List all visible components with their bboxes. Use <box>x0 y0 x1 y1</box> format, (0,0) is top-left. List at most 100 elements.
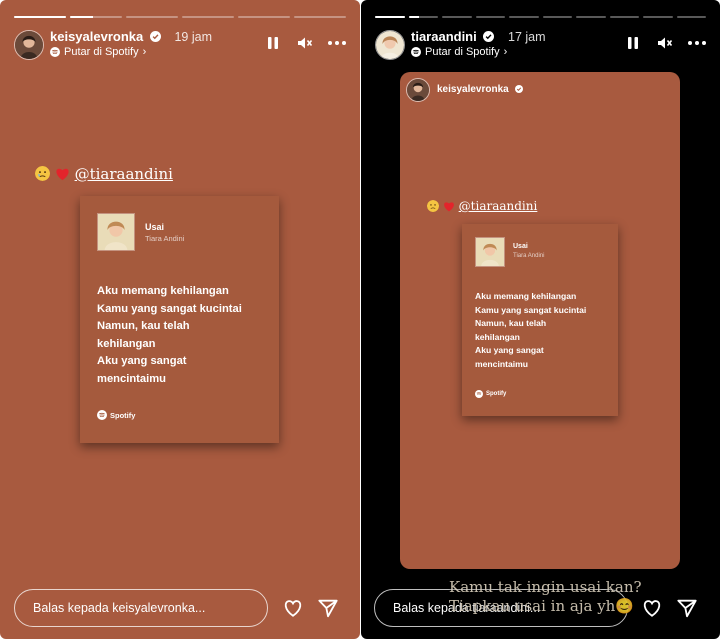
progress-segment <box>442 16 472 18</box>
spotify-logo-text: Spotify <box>110 410 136 420</box>
story-progress-bar <box>375 16 706 18</box>
progress-fill <box>408 16 419 18</box>
more-options-button[interactable] <box>688 34 706 52</box>
progress-segment <box>609 16 639 18</box>
story-controls <box>264 34 346 52</box>
mute-button[interactable] <box>656 34 674 52</box>
pause-icon <box>628 37 638 49</box>
progress-segment <box>643 16 673 18</box>
mute-icon <box>658 37 673 49</box>
spotify-logo-text: Spotify <box>486 391 507 397</box>
album-cover <box>97 213 135 251</box>
progress-segment <box>509 16 539 18</box>
avatar-image <box>376 31 404 59</box>
reply-placeholder: Balas kepada keisyalevronka... <box>33 601 206 615</box>
progress-segment <box>14 16 66 18</box>
progress-segment <box>542 16 572 18</box>
spotify-lyric-card[interactable]: Usai Tiara Andini Aku memang kehilangan … <box>80 196 279 443</box>
progress-segment <box>375 16 405 18</box>
story-progress-bar <box>14 16 346 18</box>
spotify-icon <box>475 390 483 398</box>
spotify-lyric-card[interactable]: Usai Tiara Andini Aku memang kehilangan … <box>462 224 618 416</box>
story-controls <box>624 34 706 52</box>
lyric-line: Kamu yang sangat kucintai <box>475 304 587 315</box>
mention-handle[interactable]: @tiaraandini <box>459 199 538 213</box>
username[interactable]: tiaraandini <box>411 29 477 44</box>
username-row: keisyalevronka <box>437 84 523 95</box>
sad-face-emoji <box>427 200 439 212</box>
reply-input[interactable]: Balas kepada keisyalevronka... <box>14 589 268 627</box>
mention-handle[interactable]: @tiaraandini <box>75 165 173 183</box>
progress-segment <box>70 16 122 18</box>
progress-segment <box>238 16 290 18</box>
send-icon <box>318 599 338 618</box>
reshared-story[interactable]: keisyalevronka @tiaraandini Usai Tiara A… <box>400 72 680 569</box>
like-button[interactable] <box>282 597 304 619</box>
post-time: 17 jam <box>508 30 546 44</box>
progress-segment <box>576 16 606 18</box>
lyric-line: Namun, kau telah <box>475 318 547 329</box>
lyric-line: Aku yang sangat <box>97 355 187 368</box>
mute-button[interactable] <box>296 34 314 52</box>
username[interactable]: keisyalevronka <box>50 29 143 44</box>
lyric-line: Aku yang sangat <box>475 345 544 356</box>
progress-segment <box>408 16 438 18</box>
lyric-line: kehilangan <box>97 337 156 350</box>
caption-line: Tiapkau usai in aja yh😊 <box>449 597 635 615</box>
post-time: 19 jam <box>174 30 213 44</box>
avatar[interactable] <box>406 78 430 102</box>
song-title: Usai <box>145 222 165 232</box>
story-header: tiaraandini 17 jam Putar di Spotify › <box>375 28 706 62</box>
lyric-line: Namun, kau telah <box>97 320 190 333</box>
album-cover <box>475 237 505 267</box>
pause-button[interactable] <box>624 34 642 52</box>
like-button[interactable] <box>641 597 663 619</box>
album-cover-image <box>98 214 134 250</box>
spotify-link-label: Putar di Spotify <box>425 46 500 58</box>
progress-segment <box>676 16 706 18</box>
lyrics-block: Aku memang kehilangan Kamu yang sangat k… <box>475 290 586 372</box>
pause-icon <box>268 37 278 49</box>
caption-overlay: Kamu tak ingin usai kan? Tiapkau usai in… <box>449 578 642 616</box>
spotify-icon <box>50 47 60 57</box>
username[interactable]: keisyalevronka <box>437 84 509 95</box>
story-viewer-right[interactable]: tiaraandini 17 jam Putar di Spotify › ke… <box>361 0 720 639</box>
avatar-image <box>15 31 43 59</box>
lyric-line: Kamu yang sangat kucintai <box>97 302 242 315</box>
spotify-icon <box>97 410 107 420</box>
lyric-line: mencintaimu <box>475 358 529 369</box>
share-button[interactable] <box>676 597 698 619</box>
progress-fill <box>375 16 405 18</box>
username-row: keisyalevronka 19 jam <box>50 29 212 44</box>
verified-icon <box>483 31 495 42</box>
avatar[interactable] <box>375 30 405 60</box>
red-heart-emoji <box>56 168 69 181</box>
send-icon <box>677 599 697 618</box>
story-viewer-left[interactable]: keisyalevronka 19 jam Putar di Spotify › <box>0 0 360 639</box>
more-options-button[interactable] <box>328 34 346 52</box>
mute-icon <box>298 37 313 49</box>
avatar[interactable] <box>14 30 44 60</box>
caption-line: Kamu tak ingin usai kan? <box>449 578 642 596</box>
heart-icon <box>643 600 661 617</box>
mention-line: @tiaraandini <box>35 165 173 183</box>
spotify-link[interactable]: Putar di Spotify › <box>411 46 507 58</box>
spotify-logo: Spotify <box>475 390 506 398</box>
chevron-right-icon: › <box>142 46 147 58</box>
pause-button[interactable] <box>264 34 282 52</box>
chevron-right-icon: › <box>503 46 508 58</box>
spotify-link-label: Putar di Spotify <box>64 46 139 58</box>
spotify-icon <box>411 47 421 57</box>
lyrics-block: Aku memang kehilangan Kamu yang sangat k… <box>97 283 242 389</box>
spotify-logo: Spotify <box>97 410 135 420</box>
more-icon <box>688 41 706 45</box>
spotify-link[interactable]: Putar di Spotify › <box>50 46 146 58</box>
lyric-line: Aku memang kehilangan <box>97 285 229 297</box>
progress-segment <box>182 16 234 18</box>
song-title: Usai <box>513 243 528 250</box>
lyric-line: Aku memang kehilangan <box>475 291 577 301</box>
share-button[interactable] <box>317 597 339 619</box>
avatar-image <box>407 79 429 101</box>
song-artist: Tiara Andini <box>513 253 545 259</box>
album-cover-image <box>476 238 504 266</box>
